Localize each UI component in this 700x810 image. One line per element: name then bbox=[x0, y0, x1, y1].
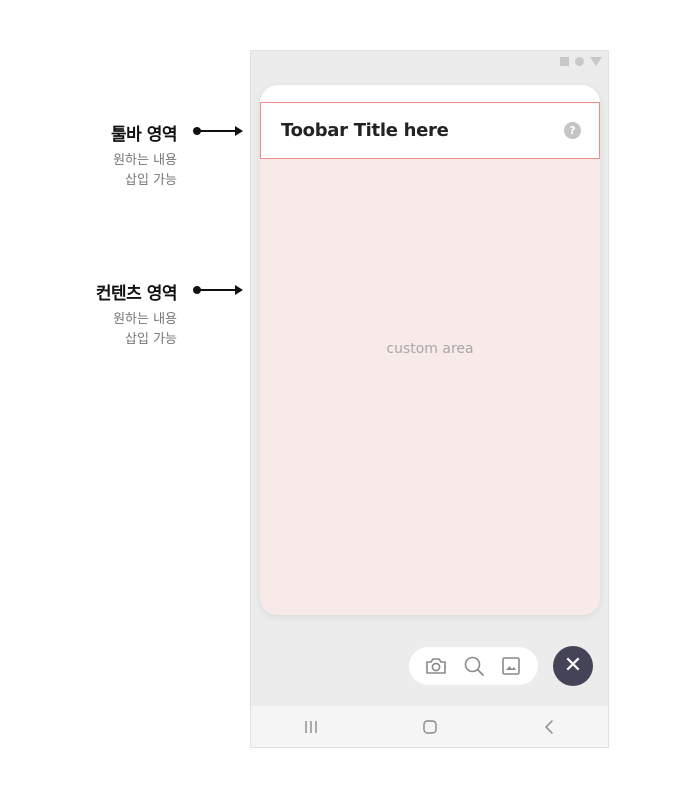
question-mark-icon[interactable]: ? bbox=[564, 122, 581, 139]
status-triangle-icon bbox=[590, 57, 602, 66]
close-button[interactable]: ✕ bbox=[553, 646, 593, 686]
toolbar-annotation-desc: 원하는 내용 삽입 가능 bbox=[111, 151, 177, 191]
content-annotation-desc-line2: 삽입 가능 bbox=[125, 332, 177, 347]
toolbar-title: Toobar Title here bbox=[281, 120, 449, 141]
content-annotation-desc: 원하는 내용 삽입 가능 bbox=[96, 310, 177, 350]
dialog-card: Toobar Title here ? custom area bbox=[260, 85, 600, 615]
toolbar-annotation-desc-line2: 삽입 가능 bbox=[125, 173, 177, 188]
content-annotation-desc-line1: 원하는 내용 bbox=[113, 312, 177, 327]
back-icon[interactable] bbox=[529, 712, 569, 742]
toolbar-annotation-title: 툴바 영역 bbox=[111, 125, 177, 145]
status-circle-icon bbox=[575, 57, 584, 66]
content-annotation-title: 컨텐츠 영역 bbox=[95, 284, 178, 304]
toolbar-annotation: 툴바 영역 원하는 내용 삽입 가능 bbox=[111, 120, 177, 191]
phone-screen: Toobar Title here ? custom area ✕ bbox=[250, 50, 609, 748]
custom-content-area: custom area bbox=[260, 159, 600, 615]
toolbar-annotation-desc-line1: 원하는 내용 bbox=[113, 153, 177, 168]
status-square-icon bbox=[560, 57, 569, 66]
toolbar-annotation-arrow bbox=[193, 126, 243, 136]
camera-icon[interactable] bbox=[425, 655, 447, 677]
custom-area-label: custom area bbox=[386, 341, 474, 357]
dialog-toolbar: Toobar Title here ? bbox=[260, 102, 600, 159]
content-annotation: 컨텐츠 영역 원하는 내용 삽입 가능 bbox=[95, 279, 178, 350]
close-icon: ✕ bbox=[563, 653, 583, 678]
search-icon[interactable] bbox=[463, 655, 485, 677]
image-icon[interactable] bbox=[500, 655, 522, 677]
recent-apps-icon[interactable] bbox=[291, 712, 331, 742]
home-icon[interactable] bbox=[410, 712, 450, 742]
content-annotation-arrow bbox=[193, 285, 243, 295]
status-bar bbox=[560, 57, 602, 66]
action-pill bbox=[409, 647, 538, 685]
system-nav-bar bbox=[251, 706, 608, 747]
